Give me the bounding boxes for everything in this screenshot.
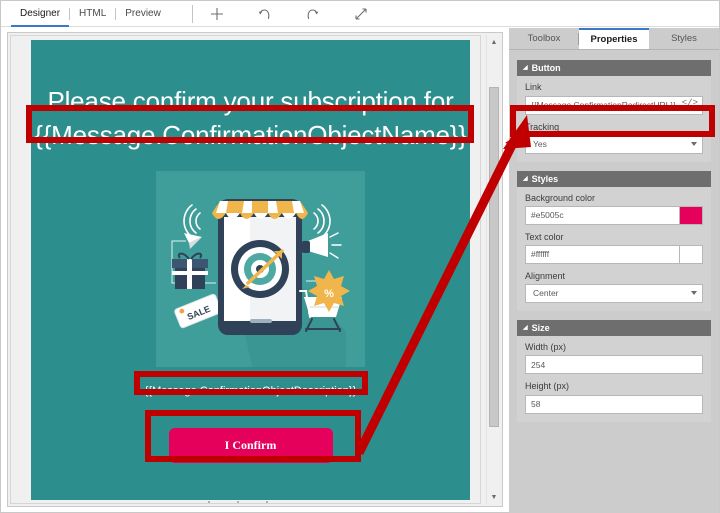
section-styles-body: Background color Text color xyxy=(517,186,711,311)
width-input[interactable] xyxy=(525,355,703,374)
field-background-color: Background color xyxy=(525,193,703,225)
link-input-wrap: </> xyxy=(525,95,703,115)
panel-tabs: Toolbox Properties Styles xyxy=(509,28,719,50)
scroll-down-icon[interactable]: ▼ xyxy=(487,490,501,504)
tab-html[interactable]: HTML xyxy=(70,1,115,27)
mobile-marketing-illustration[interactable]: SALE % xyxy=(156,171,365,367)
email-template-body[interactable]: Please confirm your subscription for {{M… xyxy=(31,40,470,500)
section-size-body: Width (px) Height (px) xyxy=(517,335,711,422)
section-styles-header[interactable]: ◢ Styles xyxy=(517,170,711,187)
add-icon[interactable] xyxy=(207,4,227,24)
redo-icon[interactable] xyxy=(303,4,323,24)
email-designer-app: Designer HTML Preview Please confirm you… xyxy=(0,0,720,513)
collapse-caret-icon: ◢ xyxy=(523,324,528,331)
email-description[interactable]: {{Message.ConfirmationObjectDescription}… xyxy=(31,384,470,398)
email-button-row: I Confirm xyxy=(31,428,470,463)
text-color-input[interactable] xyxy=(525,244,679,264)
scrollbar-thumb[interactable] xyxy=(489,87,499,427)
tab-preview[interactable]: Preview xyxy=(116,1,170,27)
scroll-up-icon[interactable]: ▲ xyxy=(487,35,501,49)
heading-line-1: Please confirm your subscription for xyxy=(47,86,454,116)
heading-line-2: {{Message.ConfirmationObjectName}} xyxy=(34,120,467,150)
tracking-select-wrap: Yes xyxy=(525,134,703,154)
code-icon[interactable]: </> xyxy=(682,98,698,108)
tab-designer[interactable]: Designer xyxy=(11,1,70,27)
background-color-input[interactable] xyxy=(525,205,679,225)
text-color-swatch[interactable] xyxy=(679,244,703,264)
link-input[interactable] xyxy=(525,95,703,115)
height-input[interactable] xyxy=(525,394,703,414)
tab-styles[interactable]: Styles xyxy=(649,28,719,49)
collapse-caret-icon: ◢ xyxy=(523,65,528,71)
field-height: Height (px) xyxy=(525,381,703,414)
toolbar-actions xyxy=(207,4,371,24)
field-text-color: Text color xyxy=(525,232,703,264)
top-toolbar: Designer HTML Preview xyxy=(1,1,719,27)
field-link: Link </> xyxy=(525,82,703,115)
design-canvas-panel: Please confirm your subscription for {{M… xyxy=(7,32,503,507)
canvas-resize-dots xyxy=(208,500,268,504)
width-label: Width (px) xyxy=(525,341,567,352)
field-tracking: Tracking Yes xyxy=(525,122,703,154)
email-heading[interactable]: Please confirm your subscription for {{M… xyxy=(31,84,470,152)
svg-text:%: % xyxy=(324,288,334,300)
section-size-title: Size xyxy=(531,322,550,333)
tracking-select[interactable]: Yes xyxy=(525,134,703,154)
undo-icon[interactable] xyxy=(255,4,275,24)
alignment-select[interactable]: Center xyxy=(525,283,703,303)
tracking-label: Tracking xyxy=(525,121,560,132)
background-color-label: Background color xyxy=(525,192,596,203)
section-styles-title: Styles xyxy=(531,173,559,184)
confirm-button[interactable]: I Confirm xyxy=(168,428,333,463)
collapse-caret-icon: ◢ xyxy=(523,175,528,182)
background-color-row xyxy=(525,205,703,225)
canvas-vertical-scrollbar[interactable]: ▲ ▼ xyxy=(486,35,500,504)
alignment-label: Alignment xyxy=(525,270,566,281)
section-styles: ◢ Styles Background color Text color xyxy=(517,170,711,311)
background-color-swatch[interactable] xyxy=(679,205,703,225)
field-alignment: Alignment Center xyxy=(525,271,703,303)
link-label: Link xyxy=(525,82,542,92)
text-color-label: Text color xyxy=(525,231,564,242)
tab-toolbox[interactable]: Toolbox xyxy=(509,28,579,49)
field-width: Width (px) xyxy=(525,341,703,374)
properties-panel: Toolbox Properties Styles ◢ Button Link xyxy=(509,28,719,513)
panel-body: ◢ Button Link </> Tracking Yes xyxy=(509,50,719,422)
tab-properties[interactable]: Properties xyxy=(579,28,649,49)
text-color-row xyxy=(525,244,703,264)
tab-toolbox-label: Toolbox xyxy=(527,33,561,44)
section-button-header[interactable]: ◢ Button xyxy=(517,60,711,76)
section-size: ◢ Size Width (px) Height (px) xyxy=(517,319,711,422)
toolbar-divider xyxy=(191,4,193,23)
section-size-header[interactable]: ◢ Size xyxy=(517,319,711,336)
section-button-title: Button xyxy=(531,63,561,73)
section-button-body: Link </> Tracking Yes xyxy=(517,76,711,162)
alignment-select-wrap: Center xyxy=(525,283,703,303)
section-button: ◢ Button Link </> Tracking Yes xyxy=(517,60,711,162)
height-label: Height (px) xyxy=(525,381,570,391)
fullscreen-icon[interactable] xyxy=(351,4,371,24)
canvas-scroll-area[interactable]: Please confirm your subscription for {{M… xyxy=(10,35,481,504)
view-mode-tabs: Designer HTML Preview xyxy=(1,1,170,27)
